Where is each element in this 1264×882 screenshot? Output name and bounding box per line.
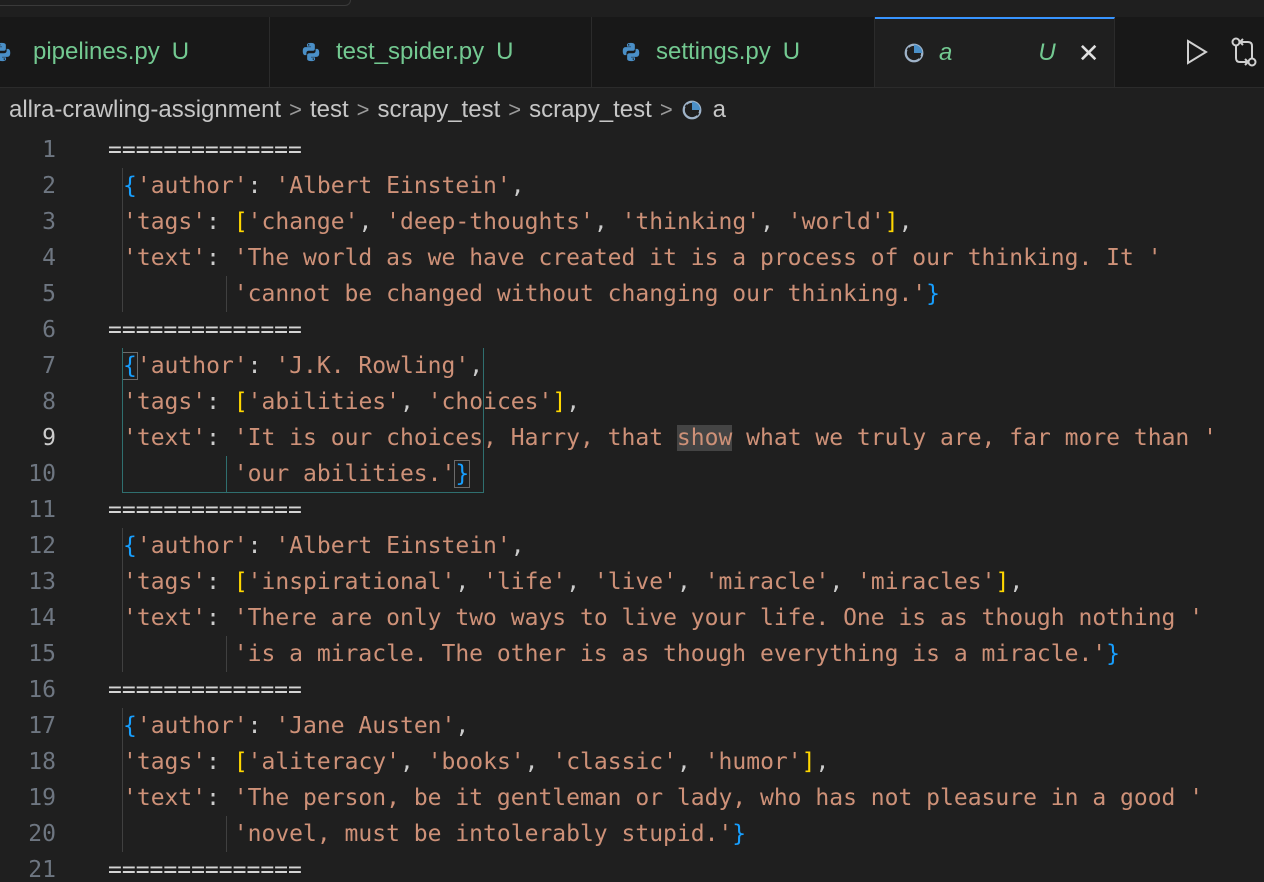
code-text: 'is a miracle. The other is as though ev… — [123, 641, 1121, 667]
code-text: 'text': 'The world as we have created it… — [123, 245, 1162, 271]
code-line[interactable]: 11 ============== — [0, 492, 1264, 528]
python-icon — [302, 42, 320, 62]
line-number: 20 — [28, 821, 56, 847]
breadcrumb-item[interactable]: allra-crawling-assignment — [9, 96, 281, 124]
code-line[interactable]: 15 'is a miracle. The other is as though… — [0, 636, 1264, 672]
code-line[interactable]: 12 {'author': 'Albert Einstein', — [0, 528, 1264, 564]
code-line[interactable]: 20 'novel, must be intolerably stupid.'} — [0, 816, 1264, 852]
breadcrumb: allra-crawling-assignment > test > scrap… — [0, 88, 1264, 132]
code-text: {'author': 'Albert Einstein', — [123, 533, 525, 559]
code-text: 'tags': ['change', 'deep-thoughts', 'thi… — [123, 209, 913, 235]
code-line[interactable]: 18 'tags': ['aliteracy', 'books', 'classi… — [0, 744, 1264, 780]
line-number: 2 — [42, 173, 56, 199]
line-number: 8 — [42, 389, 56, 415]
line-number: 3 — [42, 209, 56, 235]
breadcrumb-item[interactable]: test — [310, 96, 349, 124]
indent-guide — [226, 816, 227, 852]
editor-tab-bar: pipelines.py U test_spider.py U settings… — [0, 17, 1264, 88]
tab-label: a — [939, 39, 953, 66]
compare-changes-icon[interactable] — [1230, 36, 1260, 68]
bracket-scope-guide — [122, 348, 484, 493]
line-number: 13 — [28, 569, 56, 595]
code-line[interactable]: 16 ============== — [0, 672, 1264, 708]
line-number: 7 — [42, 353, 56, 379]
line-number: 11 — [28, 497, 56, 523]
line-number: 12 — [28, 533, 56, 559]
line-number: 6 — [42, 317, 56, 343]
chevron-right-icon: > — [508, 97, 522, 122]
indent-guide — [226, 276, 227, 312]
tab-label: pipelines.py — [33, 38, 160, 65]
untracked-badge: U — [171, 38, 190, 65]
line-number: 19 — [28, 785, 56, 811]
chevron-right-icon: > — [659, 97, 673, 122]
code-text: {'author': 'Albert Einstein', — [123, 173, 525, 199]
code-text: 'text': 'The person, be it gentleman or … — [123, 785, 1204, 811]
code-line[interactable]: 3 'tags': ['change', 'deep-thoughts', 'th… — [0, 204, 1264, 240]
indent-guide — [122, 708, 123, 852]
chevron-right-icon: > — [289, 97, 302, 122]
tab-pipelines[interactable]: pipelines.py U — [0, 17, 270, 87]
indent-guide — [226, 456, 227, 492]
code-line[interactable]: 2 {'author': 'Albert Einstein', — [0, 168, 1264, 204]
code-text: 'tags': ['inspirational', 'life', 'live'… — [123, 569, 1024, 595]
code-line[interactable]: 14 'text': 'There are only two ways to li… — [0, 600, 1264, 636]
python-icon — [0, 42, 11, 62]
code-line[interactable]: 13 'tags': ['inspirational', 'life', 'liv… — [0, 564, 1264, 600]
code-text: ============== — [108, 497, 302, 523]
code-line[interactable]: 6 ============== — [0, 312, 1264, 348]
line-number: 9 — [42, 425, 56, 451]
indent-guide — [122, 528, 123, 672]
line-number: 16 — [28, 677, 56, 703]
code-line[interactable]: 1 ============== — [0, 132, 1264, 168]
line-number: 5 — [42, 281, 56, 307]
chevron-right-icon: > — [356, 97, 370, 122]
code-line[interactable]: 17 {'author': 'Jane Austen', — [0, 708, 1264, 744]
editor-actions — [1114, 17, 1264, 87]
tab-settings[interactable]: settings.py U — [592, 17, 875, 87]
untracked-badge: U — [496, 38, 514, 65]
code-line[interactable]: 19 'text': 'The person, be it gentleman o… — [0, 780, 1264, 816]
code-text: ============== — [108, 137, 302, 163]
line-number: 21 — [28, 857, 56, 882]
untracked-badge: U — [1038, 39, 1056, 66]
close-icon[interactable]: ✕ — [1078, 40, 1100, 66]
code-text: 'tags': ['aliteracy', 'books', 'classic'… — [123, 749, 830, 775]
line-number: 1 — [42, 137, 56, 163]
breadcrumb-item[interactable]: a — [713, 96, 726, 124]
file-icon — [682, 100, 702, 120]
code-line[interactable]: 5 'cannot be changed without changing ou… — [0, 276, 1264, 312]
code-text: {'author': 'Jane Austen', — [123, 713, 470, 739]
code-text: ============== — [108, 317, 302, 343]
tab-test-spider[interactable]: test_spider.py U — [270, 17, 592, 87]
line-number: 14 — [28, 605, 56, 631]
indent-guide — [122, 168, 123, 312]
line-number: 15 — [28, 641, 56, 667]
code-line[interactable]: 4 'text': 'The world as we have created i… — [0, 240, 1264, 276]
python-icon — [622, 42, 640, 62]
code-line[interactable]: 21 ============== — [0, 852, 1264, 882]
title-strip — [0, 0, 1264, 17]
code-editor[interactable]: 1 ============== 2 {'author': 'Albert Einst… — [0, 132, 1264, 882]
tab-a[interactable]: a U ✕ — [875, 17, 1115, 87]
line-number: 18 — [28, 749, 56, 775]
breadcrumb-item[interactable]: scrapy_test — [529, 96, 652, 124]
run-icon[interactable] — [1184, 38, 1210, 66]
untracked-badge: U — [782, 38, 801, 65]
indent-guide — [226, 636, 227, 672]
tab-label: settings.py — [656, 38, 771, 65]
line-number: 10 — [28, 461, 56, 487]
code-text: 'cannot be changed without changing our … — [123, 281, 940, 307]
line-number: 4 — [42, 245, 56, 271]
file-icon — [904, 43, 924, 63]
code-text: 'novel, must be intolerably stupid.'} — [123, 821, 747, 847]
code-text: ============== — [108, 857, 302, 882]
breadcrumb-item[interactable]: scrapy_test — [378, 96, 501, 124]
code-text: 'text': 'There are only two ways to live… — [123, 605, 1204, 631]
line-number: 17 — [28, 713, 56, 739]
tab-label: test_spider.py — [336, 38, 485, 65]
code-text: ============== — [108, 677, 302, 703]
